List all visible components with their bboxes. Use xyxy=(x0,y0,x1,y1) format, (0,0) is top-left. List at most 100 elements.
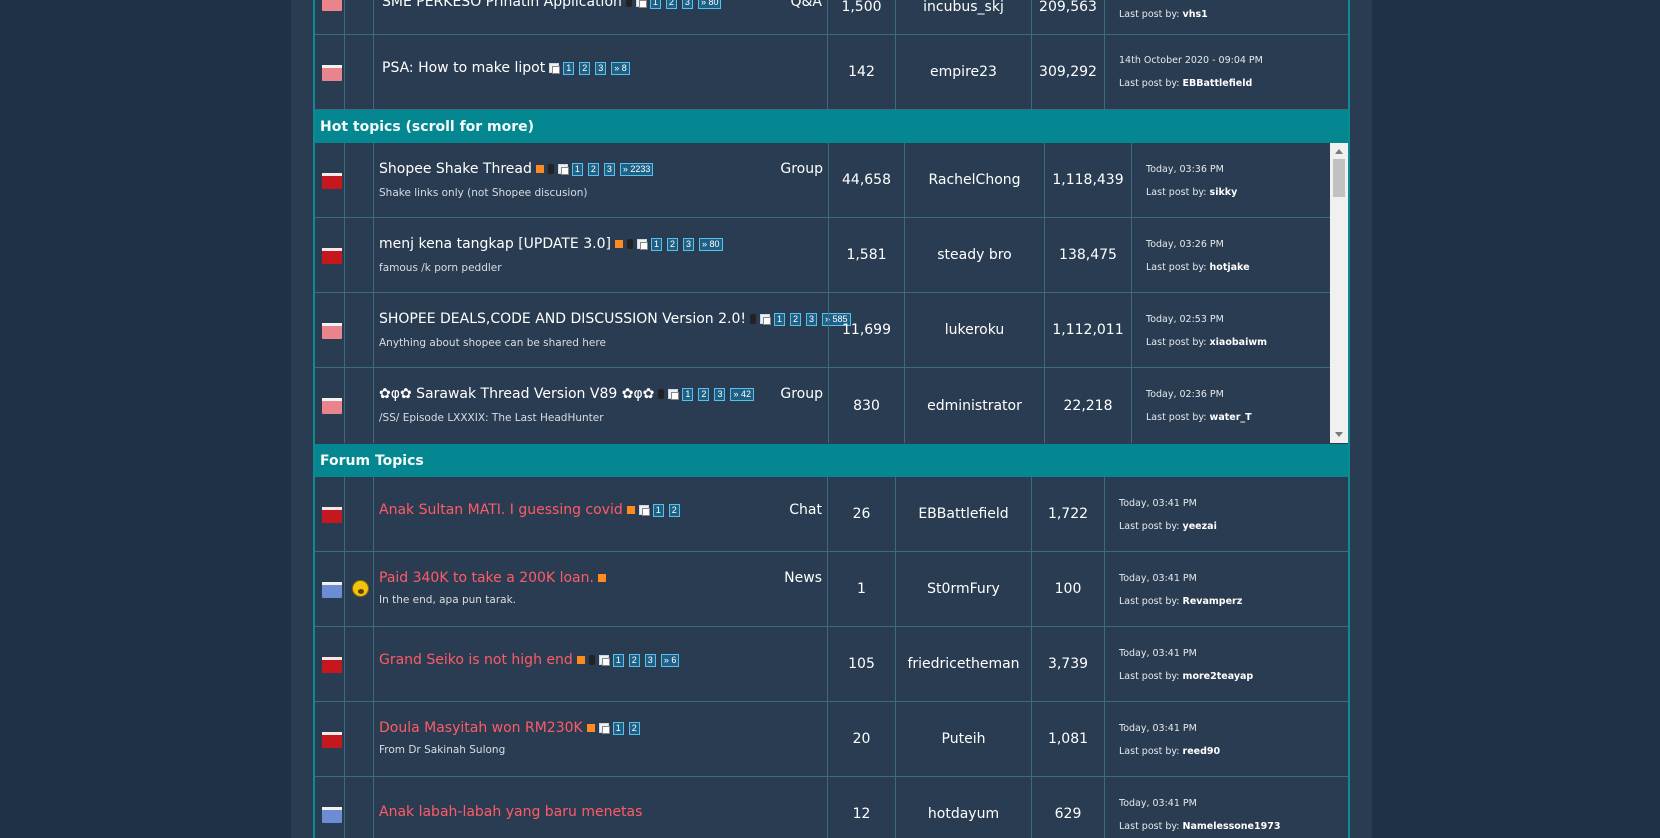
last-poster-link[interactable]: sikky xyxy=(1210,187,1238,198)
hot-topics-scrollbar[interactable] xyxy=(1330,143,1348,443)
page-link[interactable]: » 42 xyxy=(730,387,754,401)
last-poster-link[interactable]: hotjake xyxy=(1210,262,1250,273)
page-link[interactable]: 3 xyxy=(644,653,656,667)
attachment-icon[interactable] xyxy=(549,63,561,74)
topic-title-link[interactable]: Paid 340K to take a 200K loan. xyxy=(379,570,594,586)
replies-count[interactable]: 11,699 xyxy=(829,293,904,367)
attachment-icon[interactable] xyxy=(557,164,569,175)
page-link[interactable]: 2 xyxy=(587,162,599,176)
last-post-time: Today, 03:41 PM xyxy=(1119,573,1197,584)
attachment-icon[interactable] xyxy=(668,389,680,400)
replies-count[interactable]: 1,500 xyxy=(828,0,895,34)
poll-icon xyxy=(626,239,633,249)
topic-title-link[interactable]: Anak labah-labah yang baru menetas xyxy=(379,804,642,820)
topic-starter-link[interactable]: friedricetheman xyxy=(896,627,1031,701)
attachment-icon[interactable] xyxy=(598,723,610,734)
page-link[interactable]: 1 xyxy=(563,61,575,75)
page-link[interactable]: 1 xyxy=(652,503,664,517)
topic-row: Anak Sultan MATI. I guessing covid 12 Ch… xyxy=(315,477,1348,552)
scroll-up-icon[interactable] xyxy=(1335,149,1343,154)
last-post-label: Last post by: xyxy=(1119,78,1180,89)
page-link[interactable]: 3 xyxy=(682,237,694,251)
last-post-time: Today, 03:41 PM xyxy=(1119,648,1197,659)
replies-count[interactable]: 142 xyxy=(828,35,895,109)
page-link[interactable]: 1 xyxy=(773,312,785,326)
page-link[interactable]: 1 xyxy=(649,0,661,9)
page-link[interactable]: 2 xyxy=(628,721,640,735)
last-poster-link[interactable]: Namelessone1973 xyxy=(1183,821,1281,832)
replies-count[interactable]: 26 xyxy=(828,477,895,551)
topic-starter-link[interactable]: EBBattlefield xyxy=(896,477,1031,551)
topic-starter-link[interactable]: lukeroku xyxy=(905,293,1044,367)
scroll-down-icon[interactable] xyxy=(1335,432,1343,437)
page-link[interactable]: 2 xyxy=(698,387,710,401)
last-poster-link[interactable]: EBBattlefield xyxy=(1183,78,1253,89)
last-poster-link[interactable]: yeezai xyxy=(1183,521,1217,532)
last-poster-link[interactable]: more2teayap xyxy=(1183,671,1254,682)
page-link[interactable]: 2 xyxy=(665,0,677,9)
last-poster-link[interactable]: water_T xyxy=(1210,412,1252,423)
topic-prefix-tag: News xyxy=(784,570,822,586)
topic-title-link[interactable]: SME PERKESO Prihatin Application xyxy=(382,0,622,10)
replies-count[interactable]: 20 xyxy=(828,702,895,776)
topic-title-link[interactable]: ✿φ✿ Sarawak Thread Version V89 ✿φ✿ xyxy=(379,386,654,402)
page-link[interactable]: 1 xyxy=(612,721,624,735)
scrollbar-thumb[interactable] xyxy=(1333,159,1345,197)
page-link[interactable]: 2 xyxy=(666,237,678,251)
folder-hot-icon xyxy=(322,248,342,264)
topic-starter-link[interactable]: St0rmFury xyxy=(896,552,1031,626)
topic-title-link[interactable]: Anak Sultan MATI. I guessing covid xyxy=(379,502,623,518)
topic-starter-link[interactable]: empire23 xyxy=(896,35,1031,109)
replies-count[interactable]: 44,658 xyxy=(829,143,904,217)
page-link[interactable]: » 80 xyxy=(699,237,723,251)
page-link[interactable]: 1 xyxy=(682,387,694,401)
topic-starter-link[interactable]: RachelChong xyxy=(905,143,1044,217)
topic-title-link[interactable]: Doula Masyitah won RM230K xyxy=(379,720,583,736)
page-link[interactable]: 2 xyxy=(579,61,591,75)
topic-title-link[interactable]: SHOPEE DEALS,CODE AND DISCUSSION Version… xyxy=(379,311,746,327)
topic-description: From Dr Sakinah Sulong xyxy=(379,744,506,756)
replies-count[interactable]: 12 xyxy=(828,777,895,838)
last-post-label: Last post by: xyxy=(1119,596,1180,607)
replies-count[interactable]: 1,581 xyxy=(829,218,904,292)
page-link[interactable]: 1 xyxy=(612,653,624,667)
last-poster-link[interactable]: reed90 xyxy=(1183,746,1221,757)
page-link[interactable]: 1 xyxy=(571,162,583,176)
page-link[interactable]: 2 xyxy=(790,312,802,326)
attachment-icon[interactable] xyxy=(638,505,650,516)
attachment-icon[interactable] xyxy=(598,655,610,666)
page-link[interactable]: » 8 xyxy=(611,61,630,75)
page-link[interactable]: 3 xyxy=(595,61,607,75)
page-link[interactable]: 3 xyxy=(603,162,615,176)
topic-title-link[interactable]: menj kena tangkap [UPDATE 3.0] xyxy=(379,236,611,252)
hot-topic-icon xyxy=(586,724,595,732)
page-link[interactable]: 3 xyxy=(806,312,818,326)
page-link[interactable]: 1 xyxy=(650,237,662,251)
replies-count[interactable]: 830 xyxy=(829,368,904,443)
topic-starter-link[interactable]: edministrator xyxy=(905,368,1044,443)
page-link[interactable]: 3 xyxy=(714,387,726,401)
page-link[interactable]: 2 xyxy=(628,653,640,667)
last-poster-link[interactable]: vhs1 xyxy=(1183,9,1208,20)
replies-count[interactable]: 105 xyxy=(828,627,895,701)
attachment-icon[interactable] xyxy=(759,314,771,325)
topic-title-link[interactable]: Grand Seiko is not high end xyxy=(379,652,573,668)
page-link[interactable]: » 2233 xyxy=(619,162,654,176)
topic-starter-link[interactable]: incubus_skj xyxy=(896,0,1031,34)
hot-topic-row: SHOPEE DEALS,CODE AND DISCUSSION Version… xyxy=(315,293,1330,368)
topic-title-link[interactable]: Shopee Shake Thread xyxy=(379,161,532,177)
page-link[interactable]: » 80 xyxy=(697,0,722,9)
hot-topic-icon xyxy=(614,240,623,248)
replies-count[interactable]: 1 xyxy=(828,552,895,626)
page-link[interactable]: » 6 xyxy=(660,653,680,667)
topic-starter-link[interactable]: steady bro xyxy=(905,218,1044,292)
last-poster-link[interactable]: xiaobaiwm xyxy=(1210,337,1267,348)
topic-title-link[interactable]: PSA: How to make lipot xyxy=(382,60,545,76)
page-link[interactable]: 2 xyxy=(668,503,680,517)
attachment-icon[interactable] xyxy=(636,239,648,250)
page-link[interactable]: 3 xyxy=(681,0,693,9)
attachment-icon[interactable] xyxy=(635,0,647,8)
topic-starter-link[interactable]: hotdayum xyxy=(896,777,1031,838)
topic-starter-link[interactable]: Puteih xyxy=(896,702,1031,776)
last-poster-link[interactable]: Revamperz xyxy=(1183,596,1243,607)
